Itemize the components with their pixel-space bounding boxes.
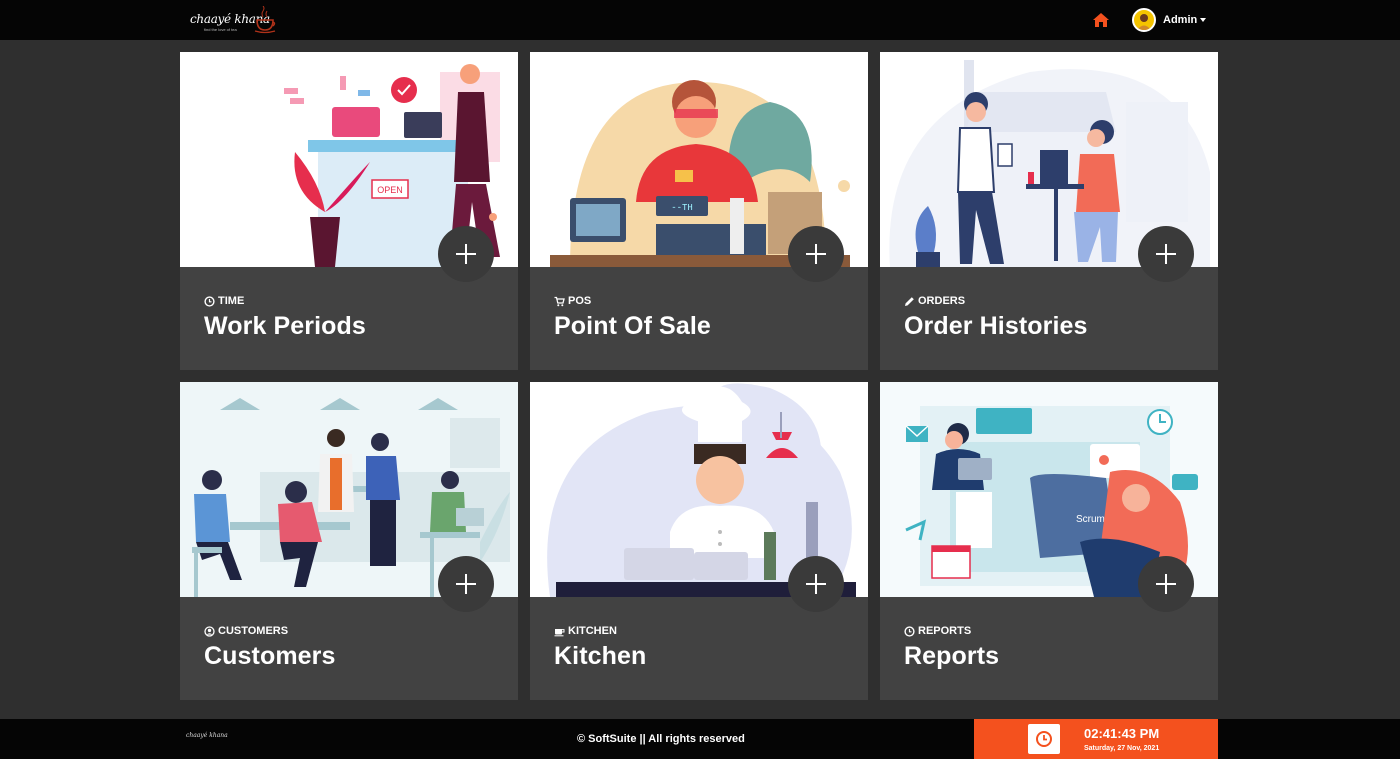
card-title: Reports xyxy=(904,642,1000,670)
copyright-text: © SoftSuite || All rights reserved xyxy=(577,733,745,745)
card-category: CUSTOMERS xyxy=(204,625,288,637)
card-order-histories[interactable]: ORDERS Order Histories xyxy=(880,52,1218,370)
user-name: Admin xyxy=(1163,14,1198,26)
card-title: Customers xyxy=(204,642,336,670)
card-reports[interactable]: Scrum REPORTS Reports xyxy=(880,382,1218,700)
add-kitchen-item-button[interactable] xyxy=(788,556,844,612)
card-point-of-sale[interactable]: --TH POS Point Of Sale xyxy=(530,52,868,370)
pencil-icon xyxy=(905,296,914,306)
clock-icon xyxy=(1028,724,1060,754)
card-category-label: CUSTOMERS xyxy=(218,625,289,637)
cart-icon xyxy=(554,296,565,306)
card-category-label: POS xyxy=(568,295,592,307)
card-category: TIME xyxy=(204,295,244,307)
card-category-label: ORDERS xyxy=(918,295,966,307)
card-title: Kitchen xyxy=(554,642,647,670)
avatar xyxy=(1132,8,1156,32)
chevron-down-icon xyxy=(1200,18,1207,22)
card-category-label: TIME xyxy=(218,295,245,307)
tea-cup-icon xyxy=(254,6,276,34)
clock-icon xyxy=(204,295,215,307)
svg-text:--TH: --TH xyxy=(671,203,693,213)
add-report-button[interactable] xyxy=(1138,556,1194,612)
card-title: Point Of Sale xyxy=(554,312,711,340)
add-customer-button[interactable] xyxy=(438,556,494,612)
card-title: Work Periods xyxy=(204,312,366,340)
svg-text:OPEN: OPEN xyxy=(377,185,403,195)
card-category: KITCHEN xyxy=(554,625,617,637)
clock-widget: 02:41:43 PM Saturday, 27 Nov, 2021 xyxy=(974,719,1218,759)
card-category: REPORTS xyxy=(904,625,971,637)
card-kitchen[interactable]: KITCHEN Kitchen xyxy=(530,382,868,700)
clock-date: Saturday, 27 Nov, 2021 xyxy=(1084,745,1160,752)
clock-icon xyxy=(904,625,915,637)
card-customers[interactable]: CUSTOMERS Customers xyxy=(180,382,518,700)
user-circle-icon xyxy=(204,625,215,637)
footer: chaayé khana © SoftSuite || All rights r… xyxy=(0,719,1400,759)
user-menu-toggle[interactable]: Admin xyxy=(1132,8,1207,32)
card-category-label: REPORTS xyxy=(918,625,972,637)
add-pos-button[interactable] xyxy=(788,226,844,282)
brand-logo-tagline: find the love of tea xyxy=(204,27,237,32)
home-icon[interactable] xyxy=(1092,11,1110,29)
cup-icon xyxy=(554,628,565,636)
card-category: POS xyxy=(554,295,591,307)
footer-logo: chaayé khana xyxy=(186,732,228,739)
clock-time: 02:41:43 PM xyxy=(1084,726,1160,741)
add-order-button[interactable] xyxy=(1138,226,1194,282)
card-work-periods[interactable]: OPEN TIME Work Periods xyxy=(180,52,518,370)
card-title: Order Histories xyxy=(904,312,1088,340)
card-category: ORDERS xyxy=(904,295,965,307)
svg-text:Scrum: Scrum xyxy=(1076,514,1105,525)
top-navbar: chaayé khana find the love of tea Admin xyxy=(0,0,1400,40)
add-work-period-button[interactable] xyxy=(438,226,494,282)
card-category-label: KITCHEN xyxy=(568,625,617,637)
